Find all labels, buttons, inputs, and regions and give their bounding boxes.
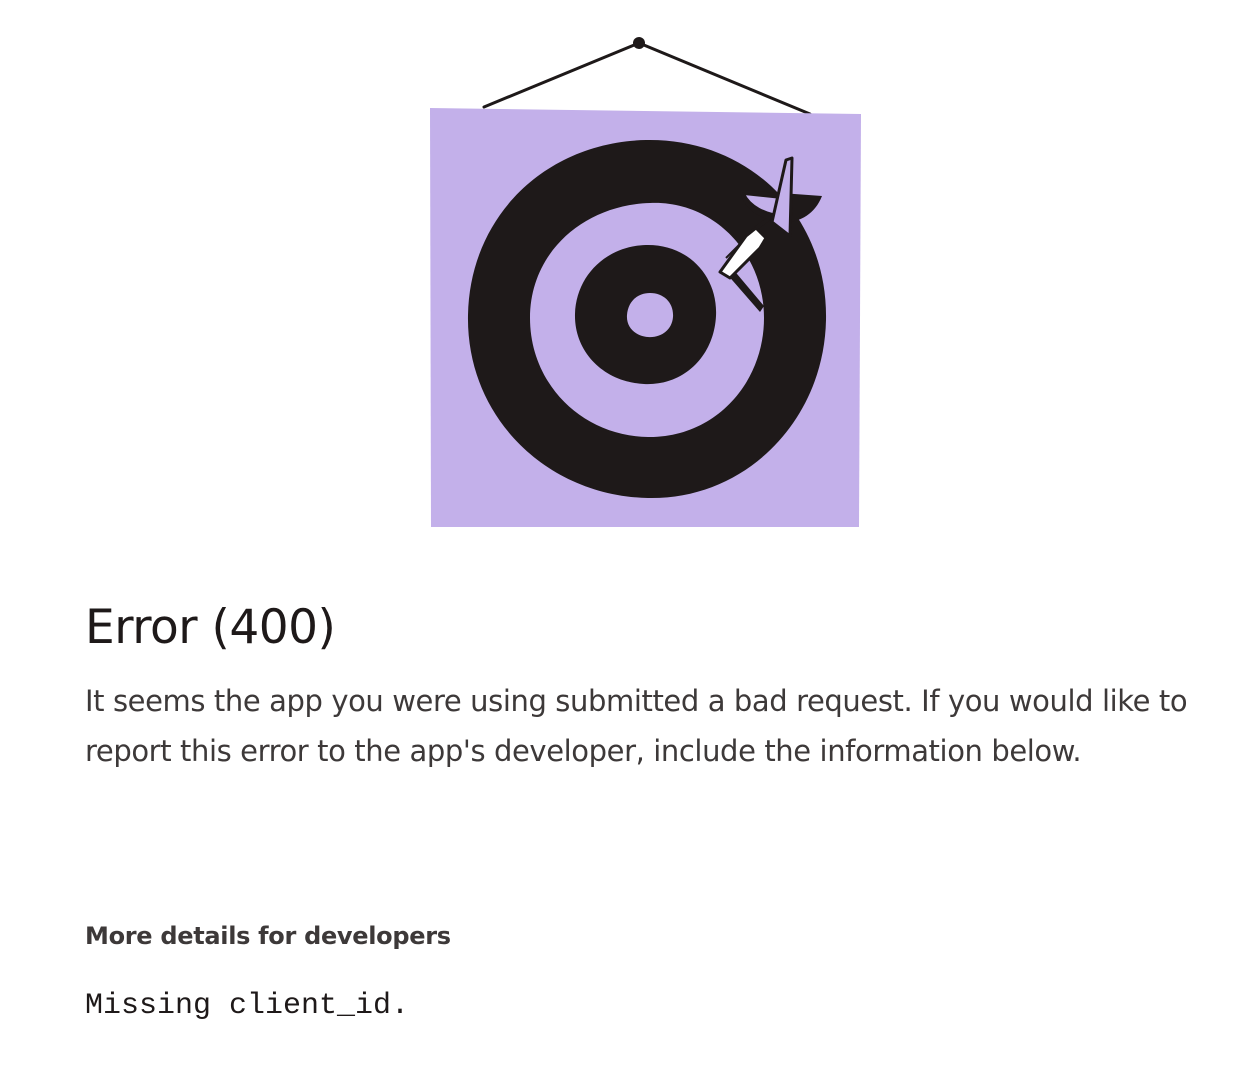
- developer-details-heading: More details for developers: [85, 922, 451, 950]
- developer-error-message: Missing client_id.: [85, 989, 410, 1023]
- hanging-target-dart-icon: [430, 37, 861, 527]
- hanging-string: [482, 41, 812, 116]
- error-content: Error (400) It seems the app you were us…: [85, 600, 1225, 776]
- error-title: Error (400): [85, 600, 336, 655]
- error-description: It seems the app you were using submitte…: [85, 684, 1188, 769]
- nail-icon: [633, 37, 645, 49]
